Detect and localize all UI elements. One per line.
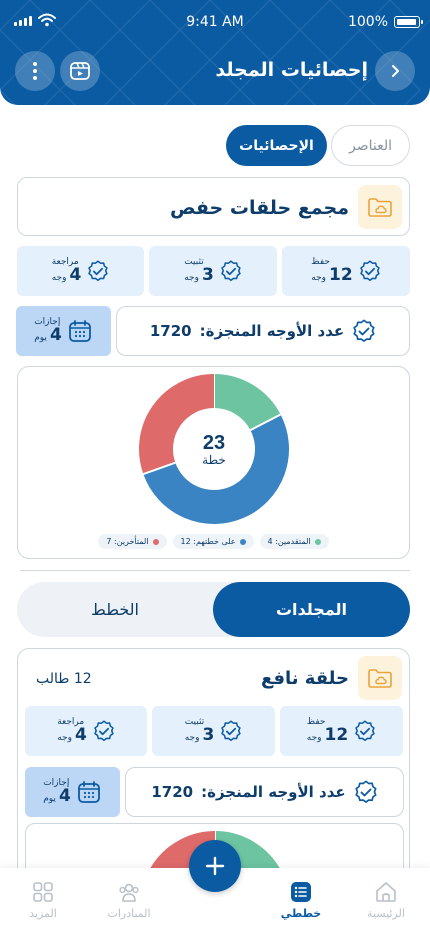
legend-item-late: المتأخرين: 7 xyxy=(98,534,167,549)
folder-title: مجمع حلقات حفص xyxy=(169,197,349,219)
completed-faces-value: 1720 xyxy=(151,783,194,801)
badge-check-icon xyxy=(353,319,375,342)
folder-card: مجمع حلقات حفص xyxy=(17,177,410,236)
badge-check-icon xyxy=(94,720,114,741)
tile-unit: وجه xyxy=(57,733,72,743)
consolidate-stat-tile: تثبيت 3 وجه xyxy=(152,706,275,756)
tile-unit: وجه xyxy=(306,733,322,743)
badge-check-icon xyxy=(359,260,380,281)
review-stat-tile: مراجعة 4 وجه xyxy=(17,246,144,296)
tab-items[interactable]: العناصر xyxy=(331,125,410,166)
grid-icon xyxy=(33,882,53,902)
completed-faces-card: عدد الأوجه المنجزة: 1720 xyxy=(116,306,410,356)
consolidate-stat-tile: تثبيت 3 وجه xyxy=(149,246,277,296)
folder-cloud-icon xyxy=(368,669,392,688)
plus-icon xyxy=(205,856,225,876)
donut-slice-0 xyxy=(213,374,281,431)
nav-label: المبادرات xyxy=(107,907,151,920)
status-bar: 9:41 AM 100% xyxy=(0,0,430,46)
add-button[interactable] xyxy=(189,840,241,892)
chevron-right-icon xyxy=(392,65,399,77)
calendar-icon xyxy=(68,320,91,342)
folder-icon-box xyxy=(358,185,402,229)
more-menu-button[interactable] xyxy=(15,51,55,91)
page-title: إحصائيات المجلد xyxy=(215,59,368,81)
nav-my-plans[interactable]: خططي xyxy=(271,880,331,920)
tile-unit: وجه xyxy=(184,733,200,743)
tile-value: 4 xyxy=(58,786,71,806)
badge-check-icon xyxy=(221,720,241,741)
tile-unit: يوم xyxy=(43,794,56,804)
nav-home[interactable]: الرئيسية xyxy=(356,880,416,920)
tab-statistics[interactable]: الإحصائيات xyxy=(226,125,327,166)
nav-initiatives[interactable]: المبادرات xyxy=(99,880,159,920)
tile-label: تثبيت xyxy=(184,717,205,727)
folder-icon-box xyxy=(358,656,402,700)
battery-icon xyxy=(394,16,423,28)
tile-value: 4 xyxy=(49,325,62,345)
chart-center-value: 23 xyxy=(203,432,225,454)
plans-chart-card: 23 خطة المتقدمين: 4 على خطتهم: 12 المتأخ… xyxy=(17,366,410,559)
section-divider xyxy=(20,570,410,571)
chart-center-label: خطة xyxy=(202,453,226,467)
tile-value: 3 xyxy=(201,265,214,285)
leave-stat-tile[interactable]: إجازات 4 يوم xyxy=(16,306,111,356)
tile-label: حفظ xyxy=(311,257,330,267)
calendar-icon xyxy=(77,781,100,803)
review-stat-tile: مراجعة 4 وجه xyxy=(25,706,147,756)
legend-label: على خطتهم: 12 xyxy=(180,537,236,546)
nav-more[interactable]: المزيد xyxy=(13,880,73,920)
chart-legend: المتقدمين: 4 على خطتهم: 12 المتأخرين: 7 xyxy=(18,534,409,549)
memorize-stat-tile: حفظ 12 وجه xyxy=(280,706,403,756)
home-icon xyxy=(376,882,396,902)
completed-faces-label: عدد الأوجه المنجزة: xyxy=(199,322,345,340)
video-icon xyxy=(70,62,90,80)
tile-label: تثبيت xyxy=(184,257,204,267)
legend-label: المتقدمين: 4 xyxy=(267,537,311,546)
nav-label: الرئيسية xyxy=(367,907,405,920)
tile-value: 4 xyxy=(69,265,82,285)
badge-check-icon xyxy=(221,260,241,281)
completed-faces-card: عدد الأوجه المنجزة: 1720 xyxy=(125,767,404,817)
battery-percentage: 100% xyxy=(347,14,388,30)
legend-item-advanced: المتقدمين: 4 xyxy=(259,534,329,549)
students-count: 12 طالب xyxy=(36,671,92,687)
folder-cloud-icon xyxy=(368,198,392,217)
completed-faces-label: عدد الأوجه المنجزة: xyxy=(201,783,346,801)
leave-stat-tile[interactable]: إجازات 4 يوم xyxy=(25,767,120,817)
tile-value: 12 xyxy=(324,725,349,745)
memorize-stat-tile: حفظ 12 وجه xyxy=(282,246,410,296)
badge-check-icon xyxy=(88,260,108,281)
badge-check-icon xyxy=(355,780,377,803)
tile-value: 3 xyxy=(202,725,215,745)
back-button[interactable] xyxy=(375,51,415,91)
nav-label: خططي xyxy=(280,907,322,920)
tab-folders[interactable]: المجلدات xyxy=(213,582,410,637)
app-header: 9:41 AM 100% إحصائيات المجلد xyxy=(0,0,430,105)
tile-value: 12 xyxy=(329,265,353,285)
legend-label: المتأخرين: 7 xyxy=(106,537,149,546)
circle-title: حلقة نافع xyxy=(260,668,349,689)
tile-unit: وجه xyxy=(311,273,327,283)
completed-faces-value: 1720 xyxy=(149,322,192,340)
tile-label: حفظ xyxy=(306,717,326,727)
tile-unit: يوم xyxy=(34,333,47,343)
tile-value: 4 xyxy=(74,725,87,745)
legend-item-on-plan: على خطتهم: 12 xyxy=(172,534,254,549)
users-icon xyxy=(119,883,139,902)
video-button[interactable] xyxy=(60,51,100,91)
view-toggle: الخطط المجلدات xyxy=(17,582,410,637)
badge-check-icon xyxy=(355,720,375,741)
more-vertical-icon xyxy=(33,62,37,80)
tab-plans[interactable]: الخطط xyxy=(17,582,213,637)
tile-unit: وجه xyxy=(184,273,199,283)
plans-donut-chart: 23 خطة xyxy=(139,374,289,524)
tile-unit: وجه xyxy=(51,273,67,283)
nav-label: المزيد xyxy=(29,907,57,920)
list-icon xyxy=(291,882,311,902)
